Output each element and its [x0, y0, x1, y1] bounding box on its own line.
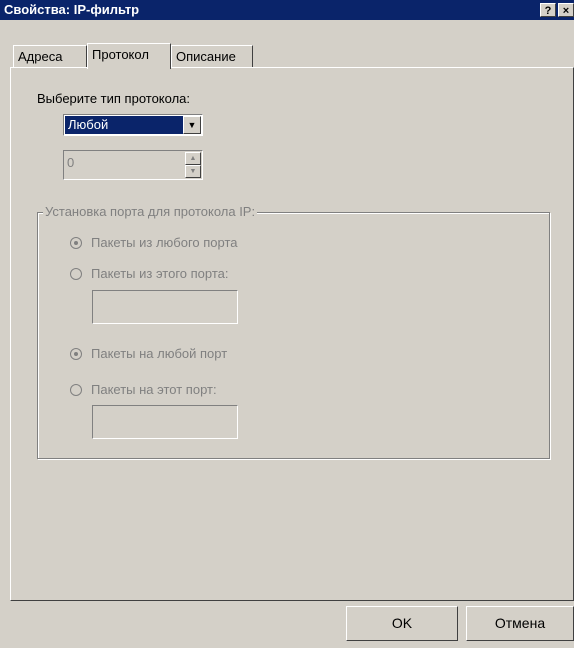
spin-down-icon[interactable]: ▼: [185, 165, 201, 178]
window-title: Свойства: IP-фильтр: [4, 2, 140, 17]
radio-empty-icon: [70, 384, 82, 396]
radio-from-any-port-label: Пакеты из любого порта: [91, 235, 238, 250]
port-settings-caption: Установка порта для протокола IP:: [43, 204, 258, 219]
protocol-selected-value: Любой: [65, 116, 183, 134]
tab-protocol[interactable]: Протокол: [87, 43, 171, 69]
destination-port-input[interactable]: [92, 405, 238, 439]
close-button[interactable]: ×: [558, 3, 574, 17]
tab-addresses[interactable]: Адреса: [13, 45, 87, 67]
help-button[interactable]: ?: [540, 3, 556, 17]
protocol-number-stepper[interactable]: 0 ▲ ▼: [63, 150, 203, 180]
radio-selected-icon: [70, 237, 82, 249]
radio-from-this-port-label: Пакеты из этого порта:: [91, 266, 229, 281]
tab-description[interactable]: Описание: [171, 45, 253, 67]
cancel-button[interactable]: Отмена: [466, 606, 574, 641]
radio-to-any-port-label: Пакеты на любой порт: [91, 346, 228, 361]
radio-empty-icon: [70, 268, 82, 280]
chevron-down-icon[interactable]: ▼: [183, 116, 201, 134]
protocol-number-value: 0: [67, 155, 75, 170]
spin-up-icon[interactable]: ▲: [185, 152, 201, 165]
radio-selected-icon: [70, 348, 82, 360]
protocol-type-select[interactable]: Любой ▼: [63, 114, 203, 136]
title-bar: Свойства: IP-фильтр ? ×: [0, 0, 574, 20]
ok-button[interactable]: OK: [346, 606, 458, 641]
protocol-type-label: Выберите тип протокола:: [37, 91, 191, 106]
source-port-input[interactable]: [92, 290, 238, 324]
radio-to-this-port-label: Пакеты на этот порт:: [91, 382, 217, 397]
